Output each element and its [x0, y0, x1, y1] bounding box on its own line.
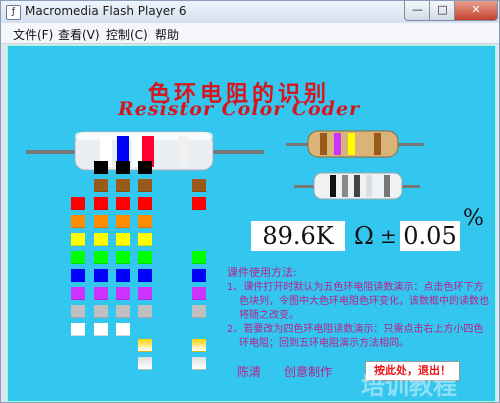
- flash-stage: 色环电阻的识别 Resistor Color Coder 89.6K Ω ± 0…: [7, 45, 496, 402]
- large-band-5: [178, 136, 188, 167]
- color-swatch-orange[interactable]: [71, 215, 85, 228]
- color-swatch-gray[interactable]: [192, 305, 206, 318]
- color-swatch-gray[interactable]: [116, 305, 130, 318]
- color-swatch-white[interactable]: [116, 323, 130, 336]
- color-swatch-black[interactable]: [116, 161, 130, 174]
- menu-file[interactable]: 文件(F): [13, 26, 53, 43]
- color-swatch-black[interactable]: [138, 161, 152, 174]
- color-swatch-green[interactable]: [116, 251, 130, 264]
- watermark: 培训教程: [361, 372, 457, 400]
- help-item-2: 2、若要改为四色环电阻读数演示：只需点击右上方小四色环电阻；回到五环电阻演示方法…: [227, 324, 484, 349]
- plus-minus-symbol: ±: [380, 224, 397, 248]
- color-swatch-violet[interactable]: [71, 287, 85, 300]
- menu-control[interactable]: 控制(C): [106, 26, 148, 43]
- flash-icon: ƒ: [6, 5, 21, 20]
- menu-help[interactable]: 帮助: [155, 26, 179, 43]
- color-swatch-white[interactable]: [94, 323, 108, 336]
- color-swatch-orange[interactable]: [94, 215, 108, 228]
- color-swatch-gray[interactable]: [138, 305, 152, 318]
- color-swatch-blue[interactable]: [138, 269, 152, 282]
- help-text: 课件使用方法: 1、课件打开时默认为五色环电阻读数演示：点击色环下方色块列，令图…: [227, 266, 492, 351]
- color-swatch-yellow[interactable]: [71, 233, 85, 246]
- color-swatch-blue[interactable]: [71, 269, 85, 282]
- color-swatch-red[interactable]: [192, 197, 206, 210]
- color-swatch-yellow[interactable]: [138, 233, 152, 246]
- color-swatch-white[interactable]: [71, 323, 85, 336]
- color-swatch-yellow[interactable]: [116, 233, 130, 246]
- color-swatch-violet[interactable]: [138, 287, 152, 300]
- color-swatch-red[interactable]: [71, 197, 85, 210]
- color-swatch-brown[interactable]: [192, 179, 206, 192]
- color-swatch-blue[interactable]: [116, 269, 130, 282]
- color-swatch-gray[interactable]: [71, 305, 85, 318]
- minimize-button[interactable]: —: [404, 1, 431, 21]
- percent-symbol: %: [463, 206, 484, 231]
- menu-view[interactable]: 查看(V): [58, 26, 100, 43]
- color-swatch-green[interactable]: [138, 251, 152, 264]
- color-swatch-red[interactable]: [138, 197, 152, 210]
- maximize-button[interactable]: □: [429, 1, 456, 21]
- color-swatch-brown[interactable]: [116, 179, 130, 192]
- color-swatch-yellow[interactable]: [94, 233, 108, 246]
- small-five-band-resistor[interactable]: [294, 172, 420, 200]
- author-label: 陈清: [237, 365, 262, 379]
- color-swatch-blue[interactable]: [94, 269, 108, 282]
- color-swatch-orange[interactable]: [138, 215, 152, 228]
- color-swatch-violet[interactable]: [94, 287, 108, 300]
- title-bar[interactable]: ƒ Macromedia Flash Player 6 — □ ✕: [1, 1, 499, 23]
- color-swatch-blue[interactable]: [192, 269, 206, 282]
- color-swatch-violet[interactable]: [116, 287, 130, 300]
- color-swatch-green[interactable]: [71, 251, 85, 264]
- color-swatch-black[interactable]: [94, 161, 108, 174]
- tolerance-readout: 0.05: [400, 221, 460, 251]
- color-swatch-green[interactable]: [192, 251, 206, 264]
- color-swatch-red[interactable]: [116, 197, 130, 210]
- color-swatch-silver[interactable]: [192, 357, 206, 370]
- small-four-band-resistor[interactable]: [286, 130, 424, 158]
- color-swatch-orange[interactable]: [116, 215, 130, 228]
- color-swatch-red[interactable]: [94, 197, 108, 210]
- color-swatch-brown[interactable]: [138, 179, 152, 192]
- window-title: Macromedia Flash Player 6: [25, 4, 187, 18]
- help-heading: 课件使用方法:: [227, 266, 297, 279]
- production-label: 创意制作: [284, 365, 333, 379]
- ohm-symbol: Ω: [354, 222, 374, 250]
- color-swatch-brown[interactable]: [94, 179, 108, 192]
- resistance-readout: 89.6K: [251, 221, 345, 251]
- menu-bar: 文件(F) 查看(V) 控制(C) 帮助: [1, 23, 499, 44]
- color-swatch-silver[interactable]: [138, 357, 152, 370]
- color-swatch-gray[interactable]: [94, 305, 108, 318]
- app-window: ƒ Macromedia Flash Player 6 — □ ✕ 文件(F) …: [0, 0, 500, 403]
- close-button[interactable]: ✕: [454, 1, 498, 21]
- color-swatch-gold[interactable]: [138, 339, 152, 352]
- help-item-1: 1、课件打开时默认为五色环电阻读数演示：点击色环下方色块列，令图中大色环电阻色环…: [227, 282, 489, 321]
- color-swatch-green[interactable]: [94, 251, 108, 264]
- color-swatch-violet[interactable]: [192, 287, 206, 300]
- color-swatch-gold[interactable]: [192, 339, 206, 352]
